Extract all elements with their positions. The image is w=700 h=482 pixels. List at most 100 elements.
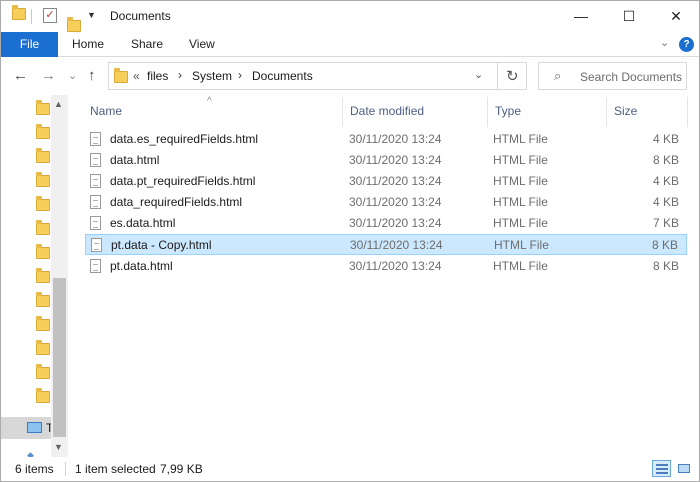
- breadcrumb-documents[interactable]: Documents: [252, 69, 313, 83]
- selection-count: 1 item selected: [75, 462, 156, 476]
- file-date: 30/11/2020 13:24: [349, 174, 442, 188]
- file-type: HTML File: [493, 259, 548, 273]
- file-date: 30/11/2020 13:24: [349, 195, 442, 209]
- file-name: data.pt_requiredFields.html: [110, 174, 256, 188]
- folder-icon: [12, 5, 26, 20]
- file-row[interactable]: pt.data.html 30/11/2020 13:24 HTML File …: [85, 256, 687, 277]
- explorer-window: ✓ ▼ Documents — ☐ ✕ File Home Share View…: [0, 0, 700, 482]
- folder-icon: [114, 68, 128, 83]
- nav-scrollbar-thumb[interactable]: [53, 278, 66, 437]
- quick-access-dropdown-icon[interactable]: ▼: [87, 10, 96, 20]
- search-placeholder: Search Documents: [580, 70, 683, 84]
- close-button[interactable]: ✕: [653, 1, 699, 31]
- breadcrumb-system[interactable]: System: [192, 69, 232, 83]
- nav-folder-icon[interactable]: [36, 100, 50, 115]
- large-icons-view-icon: [678, 464, 690, 473]
- ribbon: File Home Share View ⌄ ?: [1, 32, 699, 57]
- file-name: pt.data - Copy.html: [111, 238, 212, 252]
- nav-folder-icon[interactable]: [36, 268, 50, 283]
- tab-view[interactable]: View: [189, 32, 215, 57]
- nav-folder-icon[interactable]: [36, 292, 50, 307]
- nav-folder-icon[interactable]: [36, 316, 50, 331]
- file-row[interactable]: es.data.html 30/11/2020 13:24 HTML File …: [85, 213, 687, 234]
- column-divider[interactable]: [342, 97, 343, 127]
- nav-folder-icon[interactable]: [36, 124, 50, 139]
- file-row[interactable]: data.html 30/11/2020 13:24 HTML File 8 K…: [85, 150, 687, 171]
- file-size: 8 KB: [651, 238, 678, 252]
- scroll-up-icon[interactable]: ▲: [54, 99, 63, 109]
- address-bar[interactable]: « files › System › Documents ⌄ ↻: [108, 62, 527, 90]
- breadcrumb-overflow[interactable]: «: [133, 69, 140, 83]
- html-file-icon: [90, 153, 101, 167]
- file-date: 30/11/2020 13:24: [349, 259, 442, 273]
- forward-button[interactable]: →: [41, 67, 56, 84]
- refresh-icon[interactable]: ↻: [506, 67, 519, 85]
- file-row[interactable]: data_requiredFields.html 30/11/2020 13:2…: [85, 192, 687, 213]
- properties-icon[interactable]: ✓: [43, 8, 57, 23]
- file-name: data.html: [110, 153, 160, 167]
- file-type: HTML File: [493, 216, 548, 230]
- nav-folder-icon[interactable]: [36, 244, 50, 259]
- file-size: 8 KB: [652, 153, 679, 167]
- file-date: 30/11/2020 13:24: [350, 238, 443, 252]
- file-type: HTML File: [493, 132, 548, 146]
- minimize-button[interactable]: —: [558, 1, 604, 31]
- item-count: 6 items: [15, 462, 54, 476]
- breadcrumb-separator[interactable]: ›: [238, 68, 242, 82]
- file-type: HTML File: [493, 153, 548, 167]
- nav-folder-icon[interactable]: [36, 196, 50, 211]
- recent-locations-icon[interactable]: ⌄: [68, 69, 77, 82]
- file-type: HTML File: [493, 174, 548, 188]
- file-name: data.es_requiredFields.html: [110, 132, 259, 146]
- html-file-icon: [90, 216, 101, 230]
- file-size: 4 KB: [652, 132, 679, 146]
- maximize-button[interactable]: ☐: [606, 1, 652, 31]
- file-tab[interactable]: File: [1, 32, 58, 57]
- file-row-selected[interactable]: pt.data - Copy.html 30/11/2020 13:24 HTM…: [85, 234, 687, 255]
- html-file-icon: [90, 259, 101, 273]
- nav-folder-icon[interactable]: [36, 148, 50, 163]
- back-button[interactable]: ←: [13, 67, 28, 84]
- help-icon[interactable]: ?: [679, 37, 694, 52]
- nav-folder-icon[interactable]: [36, 220, 50, 235]
- status-bar: 6 items 1 item selected 7,99 KB: [1, 457, 699, 481]
- breadcrumb-files[interactable]: files: [147, 69, 168, 83]
- nav-folder-icon[interactable]: [36, 364, 50, 379]
- nav-folder-icon[interactable]: [36, 172, 50, 187]
- tab-home[interactable]: Home: [72, 32, 104, 57]
- navigation-pane: T ◆ ▲ ▼: [1, 95, 68, 460]
- html-file-icon: [90, 195, 101, 209]
- file-row[interactable]: data.pt_requiredFields.html 30/11/2020 1…: [85, 171, 687, 192]
- html-file-icon: [90, 174, 101, 188]
- search-icon: ⌕: [554, 68, 562, 83]
- nav-folder-icon[interactable]: [36, 388, 50, 403]
- nav-folder-icon[interactable]: [36, 340, 50, 355]
- up-button[interactable]: ↑: [88, 67, 96, 84]
- search-input[interactable]: ⌕ Search Documents: [538, 62, 687, 90]
- details-view-button[interactable]: [652, 460, 671, 477]
- nav-item-this-pc[interactable]: T: [1, 417, 51, 439]
- html-file-icon: [90, 132, 101, 146]
- computer-icon: [27, 422, 42, 433]
- file-row[interactable]: data.es_requiredFields.html 30/11/2020 1…: [85, 129, 687, 150]
- column-divider[interactable]: [487, 97, 488, 127]
- title-bar: ✓ ▼ Documents — ☐ ✕: [1, 1, 699, 32]
- file-name: data_requiredFields.html: [110, 195, 243, 209]
- new-folder-icon[interactable]: [67, 17, 81, 32]
- column-header-name[interactable]: Name: [90, 104, 122, 118]
- tab-share[interactable]: Share: [131, 32, 163, 57]
- large-icons-view-button[interactable]: [674, 460, 693, 477]
- address-dropdown-icon[interactable]: ⌄: [474, 68, 483, 81]
- navigation-bar: ← → ⌄ ↑ « files › System › Documents ⌄ ↻…: [1, 58, 699, 95]
- file-type: HTML File: [493, 195, 548, 209]
- expand-ribbon-icon[interactable]: ⌄: [660, 36, 669, 49]
- file-size: 8 KB: [652, 259, 679, 273]
- column-divider[interactable]: [687, 97, 688, 127]
- column-header-date[interactable]: Date modified: [350, 104, 424, 118]
- column-header-size[interactable]: Size: [614, 104, 637, 118]
- scroll-down-icon[interactable]: ▼: [54, 442, 63, 452]
- column-header-type[interactable]: Type: [495, 104, 521, 118]
- toolbar-separator: [31, 9, 32, 24]
- column-divider[interactable]: [606, 97, 607, 127]
- breadcrumb-separator[interactable]: ›: [178, 68, 182, 82]
